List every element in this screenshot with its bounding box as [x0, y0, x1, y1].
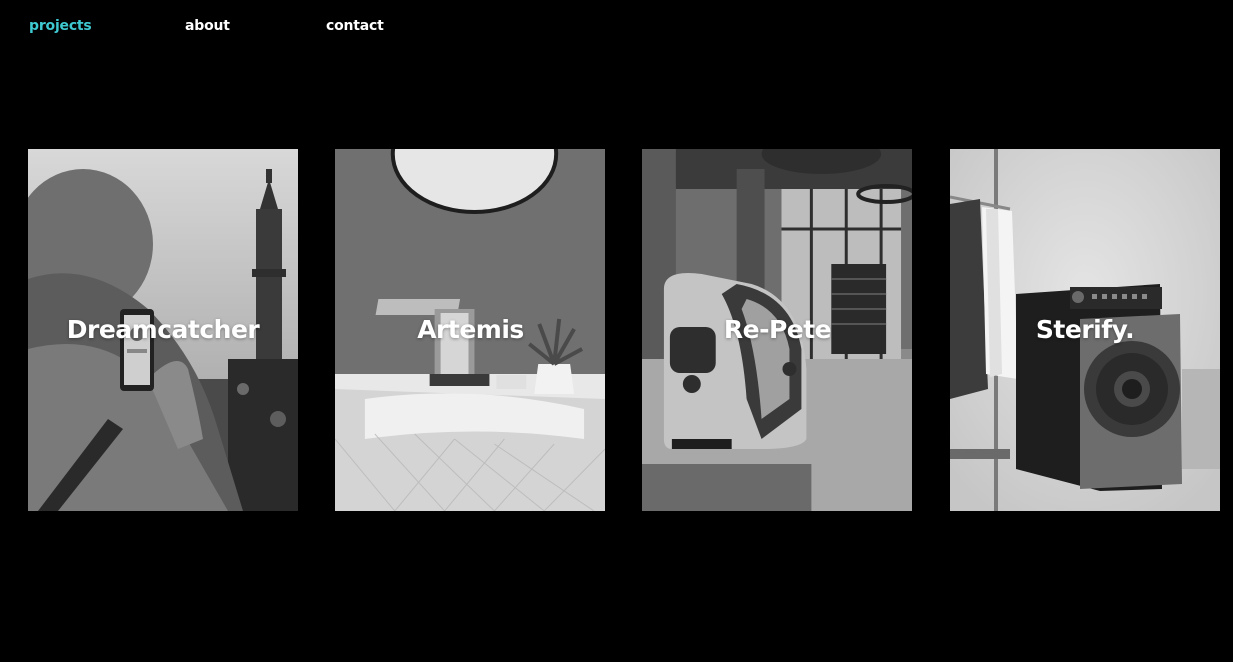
project-card-re-pete[interactable]: Re-Pete — [642, 149, 913, 511]
nav-link-projects[interactable]: projects — [29, 18, 92, 34]
project-title: Sterify. — [1035, 315, 1135, 344]
nav-link-about[interactable]: about — [185, 18, 230, 34]
project-title: Re-Pete — [723, 315, 832, 344]
project-card-artemis[interactable]: Artemis — [335, 149, 606, 511]
nav-link-contact[interactable]: contact — [326, 18, 384, 34]
project-title: Artemis — [417, 315, 524, 344]
project-title: Dreamcatcher — [66, 315, 260, 344]
project-card-sterify[interactable]: Sterify. — [950, 149, 1220, 511]
project-card-dreamcatcher[interactable]: Dreamcatcher — [28, 149, 298, 511]
